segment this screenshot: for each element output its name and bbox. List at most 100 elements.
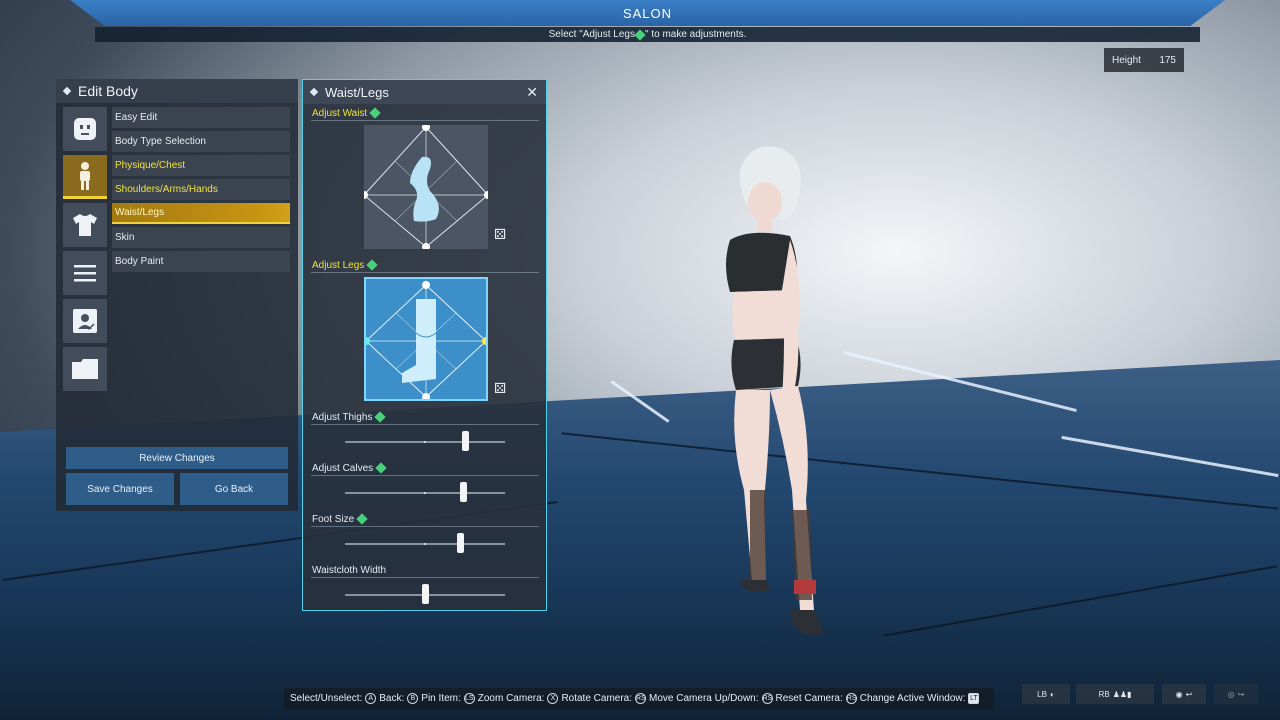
diamond-icon — [309, 87, 319, 97]
menu-item-body-paint[interactable]: Body Paint — [112, 251, 290, 272]
gem-icon — [374, 411, 386, 424]
randomize-waist-dice-icon[interactable]: ⚄ — [494, 226, 506, 243]
adjust-thighs-label: Adjust Thighs — [312, 411, 386, 424]
adjust-waist-label: Adjust Waist — [312, 107, 381, 120]
category-outfit[interactable] — [63, 203, 107, 247]
rb-label: RB — [1098, 689, 1110, 699]
section-divider — [311, 272, 539, 273]
hint-reset-camera: Reset Camera: RS — [775, 693, 860, 705]
section-divider — [311, 577, 539, 578]
camera-icon: ◐ — [1049, 689, 1055, 699]
waist-legs-title: Waist/Legs — [325, 84, 389, 100]
menu-item-physique-chest[interactable]: Physique/Chest — [112, 155, 290, 176]
height-label: Height — [1112, 54, 1141, 66]
adjust-thighs-text: Adjust Thighs — [312, 412, 373, 423]
adjust-calves-label: Adjust Calves — [312, 462, 387, 475]
diamond-icon — [62, 86, 72, 96]
section-divider — [311, 424, 539, 425]
lb-label: LB — [1037, 689, 1047, 699]
hint-change-window: Change Active Window: LT — [860, 693, 983, 705]
view-icon: ◉ — [1175, 689, 1183, 699]
face-icon — [74, 118, 96, 140]
rb-outfit-button[interactable]: RB ♟♟▮ — [1076, 684, 1154, 704]
lt-trigger-icon: LT — [968, 693, 980, 705]
slider-center-mark — [424, 441, 426, 443]
hint-rotate: Rotate Camera: RS — [561, 693, 649, 705]
save-changes-button[interactable]: Save Changes — [66, 473, 174, 505]
control-hints-bar: Select/Unselect: A Back: B Pin Item: LS Zoo… — [284, 688, 994, 710]
hint-zoom: Zoom Camera: X — [477, 693, 562, 705]
waist-legs-panel: Waist/Legs ✕ Adjust Waist ⚄ Adjust Legs — [302, 79, 547, 611]
menu-icon — [74, 265, 96, 282]
foot-size-handle[interactable] — [456, 533, 464, 553]
salon-title-bar: SALON — [70, 0, 1225, 26]
section-divider — [311, 475, 539, 476]
a-button-icon: A — [365, 693, 377, 705]
category-menu[interactable] — [63, 251, 107, 295]
randomize-legs-dice-icon[interactable]: ⚄ — [494, 380, 506, 397]
close-icon[interactable]: ✕ — [526, 84, 538, 101]
hint-pin: Pin Item: LS — [421, 693, 477, 705]
menu-item-body-type[interactable]: Body Type Selection — [112, 131, 290, 152]
adjust-calves-text: Adjust Calves — [312, 463, 374, 474]
adjust-calves-handle[interactable] — [459, 482, 467, 502]
gem-icon — [369, 107, 381, 120]
folder-icon — [72, 359, 98, 379]
category-face[interactable] — [63, 107, 107, 151]
adjust-waist-pad[interactable] — [364, 125, 488, 249]
menu-item-easy-edit[interactable]: Easy Edit — [112, 107, 290, 128]
category-column — [63, 107, 109, 395]
height-value: 175 — [1159, 54, 1176, 66]
hint-move-camera: Move Camera Up/Down: RS — [649, 693, 775, 705]
waist-diamond-grid — [364, 125, 488, 249]
right-stick-icon: RS — [635, 693, 647, 705]
waistcloth-width-handle[interactable] — [421, 584, 429, 604]
body-icon — [80, 161, 90, 190]
rotate-view-button[interactable]: ◉ ↩ — [1162, 684, 1206, 704]
instruction-text-suffix: " to make adjustments. — [645, 29, 747, 40]
waist-legs-header: Waist/Legs ✕ — [303, 80, 546, 104]
menu-item-shoulders-arms-hands[interactable]: Shoulders/Arms/Hands — [112, 179, 290, 200]
category-body[interactable] — [63, 155, 107, 199]
adjust-waist-text: Adjust Waist — [312, 108, 368, 119]
edit-body-header: Edit Body — [56, 79, 298, 103]
instruction-text-prefix: Select "Adjust Legs — [548, 29, 635, 40]
hint-text: Pin Item: — [421, 693, 461, 705]
x-button-icon: X — [547, 693, 559, 705]
gem-icon — [356, 513, 368, 526]
slider-center-mark — [424, 543, 426, 545]
edit-body-panel: Edit Body Easy Edit Body Type Selection … — [56, 79, 298, 511]
category-folder[interactable] — [63, 347, 107, 391]
adjust-thighs-handle[interactable] — [461, 431, 469, 451]
hint-text: Rotate Camera: — [561, 693, 633, 705]
adjust-legs-label: Adjust Legs — [312, 259, 378, 272]
page-title: SALON — [622, 5, 673, 21]
hint-text: Reset Camera: — [775, 693, 843, 705]
b-button-icon: B — [407, 693, 419, 705]
lb-camera-button[interactable]: LB ◐ — [1022, 684, 1070, 704]
redo-button[interactable]: ◎ ↪ — [1214, 684, 1258, 704]
hint-back: Back: B — [379, 693, 421, 705]
category-id-card[interactable] — [63, 299, 107, 343]
go-back-button[interactable]: Go Back — [180, 473, 288, 505]
foot-size-label: Foot Size — [312, 513, 368, 526]
right-stick-icon: RS — [761, 693, 773, 705]
section-divider — [311, 526, 539, 527]
edit-body-title: Edit Body — [78, 83, 138, 99]
hint-text: Back: — [379, 693, 405, 705]
adjust-legs-text: Adjust Legs — [312, 260, 365, 271]
outfit-icon — [73, 214, 97, 236]
waistcloth-width-label: Waistcloth Width — [312, 565, 386, 576]
outfit-toggle-icon: ♟♟▮ — [1112, 689, 1132, 699]
review-changes-button[interactable]: Review Changes — [66, 447, 288, 469]
menu-item-waist-legs[interactable]: Waist/Legs — [112, 203, 290, 224]
slider-center-mark — [424, 492, 426, 494]
section-divider — [311, 120, 539, 121]
height-readout: Height 175 — [1104, 48, 1184, 72]
character-model — [726, 146, 824, 635]
legs-diamond-grid — [366, 281, 486, 399]
adjust-legs-pad[interactable] — [364, 277, 488, 401]
hint-text: Move Camera Up/Down: — [649, 693, 759, 705]
menu-item-skin[interactable]: Skin — [112, 227, 290, 248]
hint-text: Zoom Camera: — [477, 693, 545, 705]
